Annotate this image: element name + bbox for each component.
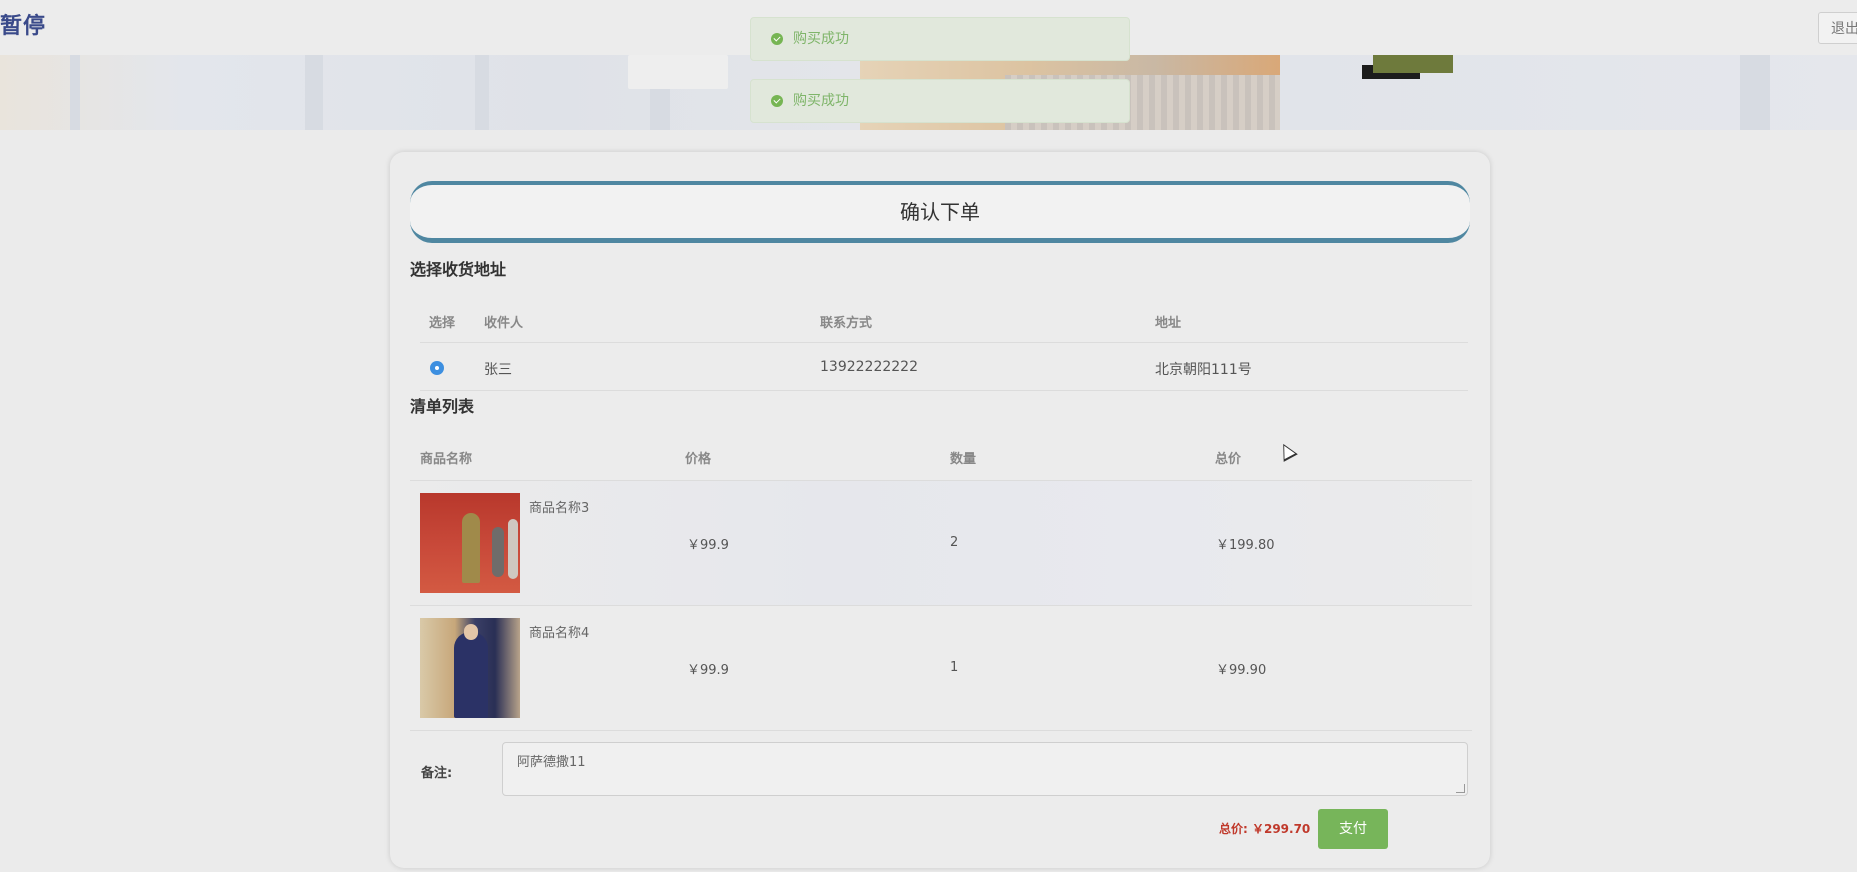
item-col-name: 商品名称 [420, 452, 473, 467]
note-label: 备注: [421, 766, 453, 781]
resize-grip-icon[interactable] [1456, 784, 1465, 793]
success-check-icon [771, 95, 783, 107]
product-image[interactable] [420, 493, 520, 593]
product-name[interactable]: 商品名称4 [529, 622, 589, 641]
pay-button[interactable]: 支付 [1318, 809, 1388, 849]
table-row: 商品名称4 ￥99.9 1 ￥99.90 [410, 606, 1472, 730]
product-price: ￥99.9 [687, 663, 729, 678]
product-image[interactable] [420, 618, 520, 718]
address-radio[interactable] [430, 361, 444, 375]
list-section-title: 清单列表 [410, 397, 475, 416]
product-subtotal: ￥199.80 [1216, 538, 1275, 553]
item-col-total: 总价 [1215, 452, 1242, 467]
address-col-address: 地址 [1155, 316, 1182, 331]
address-col-phone: 联系方式 [820, 316, 873, 331]
checkout-card: 确认下单 选择收货地址 选择 收件人 联系方式 地址 张三 1392222222… [390, 152, 1490, 868]
address-col-select: 选择 [429, 316, 456, 331]
address-col-name: 收件人 [484, 316, 524, 331]
table-row: 商品名称3 ￥99.9 2 ￥199.80 [410, 481, 1472, 605]
note-value: 阿萨德撒11 [517, 755, 586, 770]
total-price: 总价: ￥299.70 [1219, 822, 1311, 836]
address-phone: 13922222222 [820, 359, 918, 375]
product-qty: 1 [950, 660, 959, 675]
toast-notification: 购买成功 [750, 17, 1130, 61]
toast-text: 购买成功 [793, 31, 849, 47]
address-text: 北京朝阳111号 [1155, 362, 1252, 378]
item-col-qty: 数量 [950, 452, 977, 467]
item-col-price: 价格 [685, 452, 712, 467]
toast-notification: 购买成功 [750, 79, 1130, 123]
toast-text: 购买成功 [793, 93, 849, 109]
note-textarea[interactable]: 阿萨德撒11 [502, 742, 1468, 796]
logout-button[interactable]: 退出 [1818, 12, 1857, 44]
product-name[interactable]: 商品名称3 [529, 497, 589, 516]
address-section-title: 选择收货地址 [410, 260, 507, 279]
address-recipient: 张三 [484, 362, 512, 378]
product-price: ￥99.9 [687, 538, 729, 553]
success-check-icon [771, 33, 783, 45]
brand-logo: 暂停 [0, 14, 47, 39]
product-subtotal: ￥99.90 [1216, 663, 1267, 678]
product-qty: 2 [950, 535, 959, 550]
page-title: 确认下单 [410, 181, 1470, 243]
